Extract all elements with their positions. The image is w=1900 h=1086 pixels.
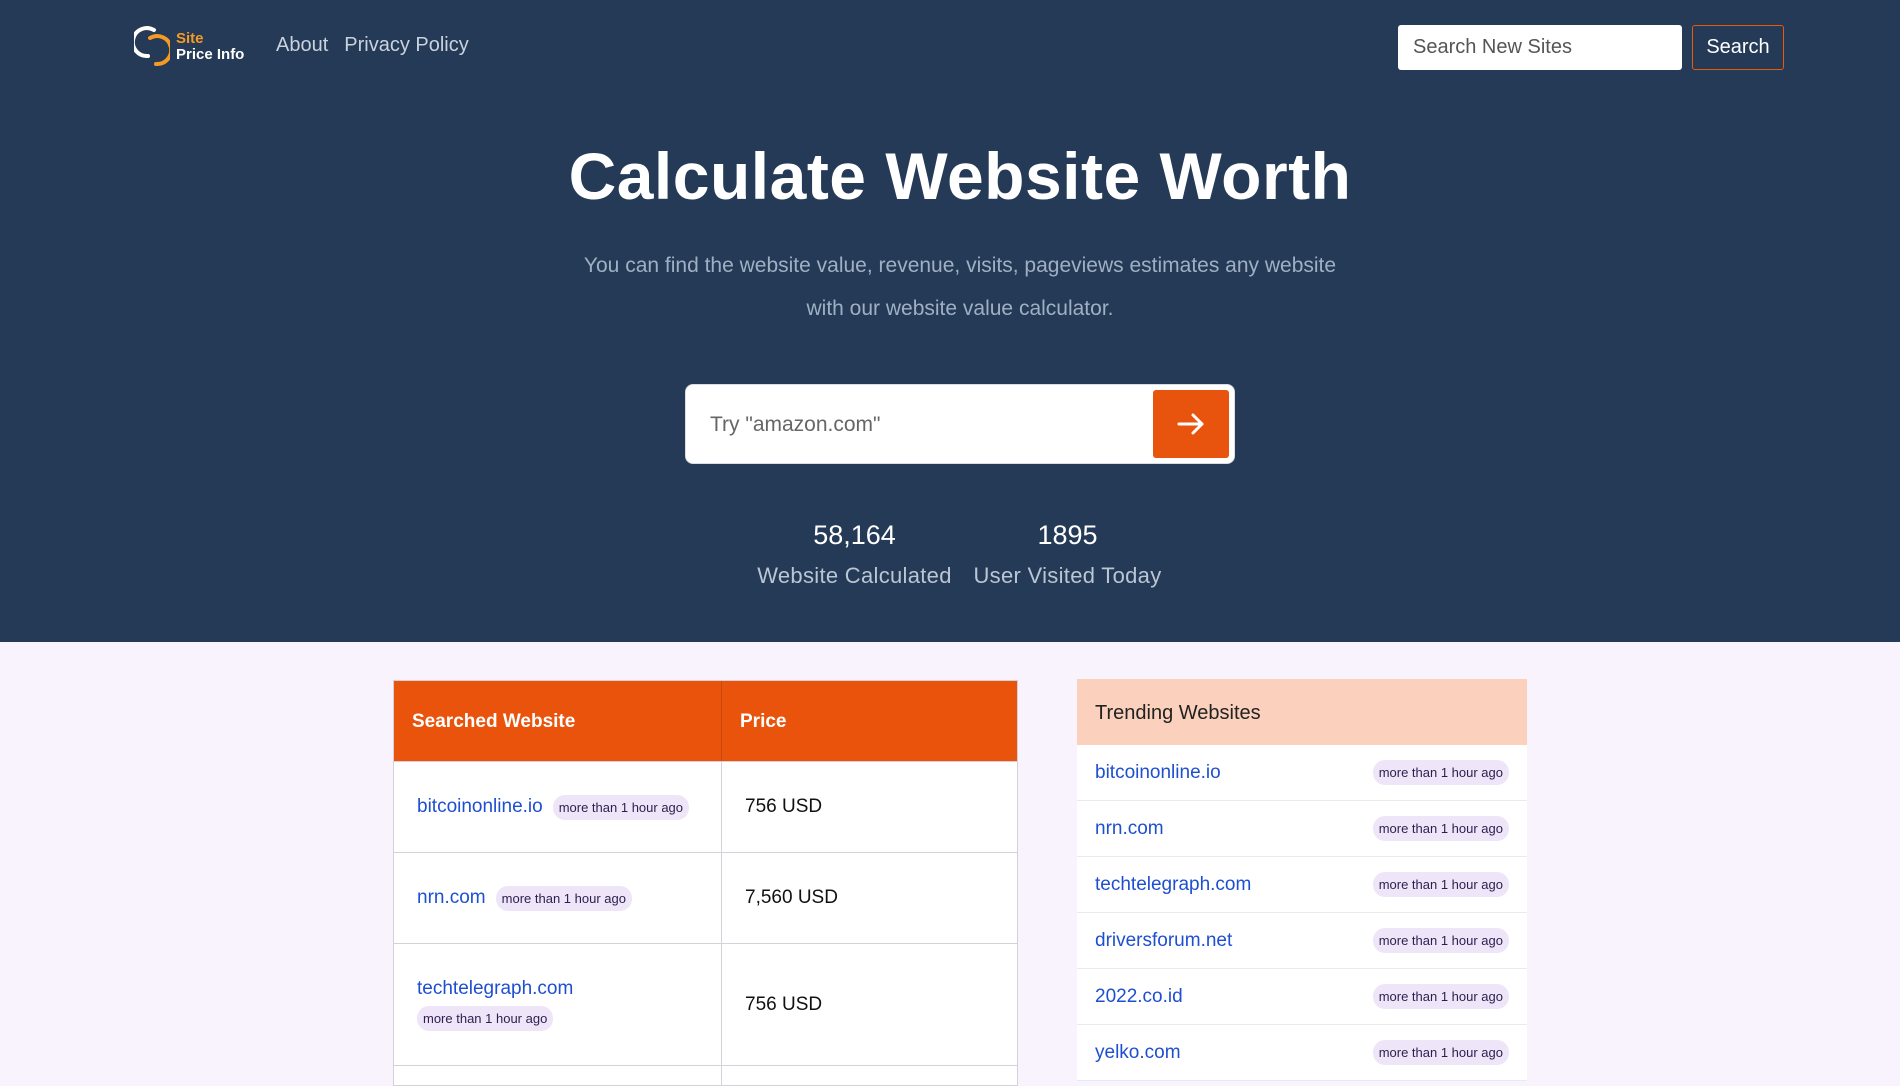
navbar: Site Price Info About Privacy Policy Sea… bbox=[0, 0, 1900, 94]
time-badge: more than 1 hour ago bbox=[1372, 872, 1509, 897]
site-link[interactable]: driversforum.net bbox=[1095, 930, 1232, 952]
time-badge: more than 1 hour ago bbox=[1372, 928, 1509, 953]
hero-section: Site Price Info About Privacy Policy Sea… bbox=[0, 0, 1900, 642]
trending-item: techtelegraph.com more than 1 hour ago bbox=[1077, 857, 1527, 913]
calculate-button[interactable] bbox=[1153, 390, 1229, 458]
logo-icon bbox=[134, 26, 170, 67]
site-link[interactable]: techtelegraph.com bbox=[417, 978, 573, 1000]
brand-line-2: Price Info bbox=[176, 46, 245, 63]
brand-logo[interactable]: Site Price Info bbox=[134, 24, 244, 70]
page-title: Calculate Website Worth bbox=[568, 139, 1352, 213]
time-badge: more than 1 hour ago bbox=[495, 885, 632, 911]
site-link[interactable]: yelko.com bbox=[1095, 1042, 1181, 1064]
table-header: Searched Website Price bbox=[394, 681, 1017, 761]
stat-label: Website Calculated bbox=[757, 563, 952, 588]
brand-line-1: Site bbox=[176, 30, 204, 47]
table-row: bitcoinonline.io more than 1 hour ago 75… bbox=[394, 761, 1017, 852]
site-link[interactable]: bitcoinonline.io bbox=[417, 796, 543, 818]
trending-item: nrn.com more than 1 hour ago bbox=[1077, 801, 1527, 857]
arrow-right-icon bbox=[1177, 413, 1204, 435]
nav-links: About Privacy Policy bbox=[276, 34, 469, 57]
website-search-box bbox=[685, 384, 1235, 464]
trending-item: 2022.co.id more than 1 hour ago bbox=[1077, 969, 1527, 1025]
table-row: techtelegraph.com more than 1 hour ago 7… bbox=[394, 943, 1017, 1065]
price-cell: 756 USD bbox=[745, 993, 823, 1015]
nav-search-input[interactable] bbox=[1398, 25, 1682, 70]
nav-search: Search bbox=[1398, 25, 1784, 70]
column-header-website: Searched Website bbox=[394, 681, 722, 761]
site-link[interactable]: bitcoinonline.io bbox=[1095, 762, 1221, 784]
stat-users-visited: 1895 User Visited Today bbox=[965, 520, 1170, 589]
table-row: nrn.com more than 1 hour ago 7,560 USD bbox=[394, 852, 1017, 943]
site-link[interactable]: nrn.com bbox=[417, 887, 486, 909]
time-badge: more than 1 hour ago bbox=[1372, 1040, 1509, 1065]
trending-item: bitcoinonline.io more than 1 hour ago bbox=[1077, 745, 1527, 801]
website-search-input[interactable] bbox=[710, 405, 1130, 445]
trending-item: driversforum.net more than 1 hour ago bbox=[1077, 913, 1527, 969]
stat-value: 1895 bbox=[1037, 520, 1098, 550]
stat-label: User Visited Today bbox=[973, 563, 1162, 588]
hero-subtitle: You can find the website value, revenue,… bbox=[560, 244, 1360, 330]
column-header-price: Price bbox=[740, 711, 787, 732]
time-badge: more than 1 hour ago bbox=[417, 1006, 554, 1031]
price-cell: 756 USD bbox=[745, 796, 823, 817]
time-badge: more than 1 hour ago bbox=[552, 794, 690, 820]
hero-subtitle-line-1: You can find the website value, revenue,… bbox=[583, 254, 1337, 277]
site-link[interactable]: techtelegraph.com bbox=[1095, 874, 1251, 896]
trending-websites-panel: Trending Websites bitcoinonline.io more … bbox=[1077, 679, 1527, 1081]
time-badge: more than 1 hour ago bbox=[1372, 760, 1509, 785]
site-link[interactable]: nrn.com bbox=[1095, 818, 1164, 840]
stat-value: 58,164 bbox=[813, 520, 896, 550]
hero-subtitle-line-2: with our website value calculator. bbox=[806, 297, 1114, 320]
nav-search-button[interactable]: Search bbox=[1692, 25, 1784, 70]
stat-websites-calculated: 58,164 Website Calculated bbox=[747, 520, 962, 589]
searched-websites-table: Searched Website Price bitcoinonline.io … bbox=[393, 680, 1018, 1086]
nav-link-privacy-policy[interactable]: Privacy Policy bbox=[344, 34, 468, 57]
nav-link-about[interactable]: About bbox=[276, 34, 328, 57]
site-link[interactable]: 2022.co.id bbox=[1095, 986, 1183, 1008]
price-cell: 7,560 USD bbox=[745, 887, 838, 908]
time-badge: more than 1 hour ago bbox=[1372, 816, 1509, 841]
table-row bbox=[394, 1065, 1017, 1085]
trending-header: Trending Websites bbox=[1077, 679, 1527, 745]
trending-item: yelko.com more than 1 hour ago bbox=[1077, 1025, 1527, 1081]
time-badge: more than 1 hour ago bbox=[1372, 984, 1509, 1009]
